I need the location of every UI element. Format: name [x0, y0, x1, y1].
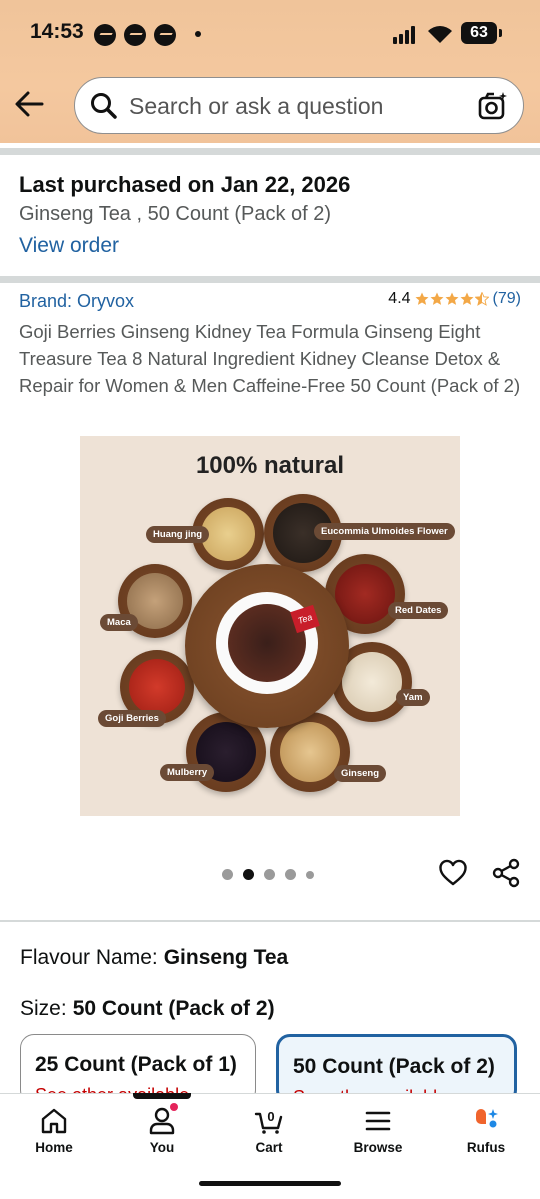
star-icon — [460, 292, 474, 305]
search-icon — [91, 93, 117, 119]
ingredient-label: Huang jing — [146, 526, 210, 543]
nav-browse[interactable]: Browse — [338, 1106, 418, 1155]
messenger-icon — [124, 24, 146, 46]
battery-icon: 63 — [461, 22, 502, 44]
nav-label: Browse — [353, 1140, 403, 1155]
section-divider — [0, 920, 540, 922]
star-icon — [415, 292, 429, 305]
rating-count: (79) — [492, 290, 521, 307]
star-icon — [430, 292, 444, 305]
status-time: 14:53 — [30, 20, 84, 43]
nav-label: You — [149, 1140, 175, 1155]
nav-home[interactable]: Home — [14, 1106, 94, 1155]
ingredient-label: Maca — [100, 614, 138, 631]
half-star-icon — [474, 292, 489, 306]
notification-badge — [170, 1103, 178, 1111]
ingredient-label: Eucommia Ulmoides Flower — [314, 523, 455, 540]
product-title: Goji Berries Ginseng Kidney Tea Formula … — [19, 321, 521, 396]
search-placeholder: Search or ask a question — [129, 93, 384, 119]
menu-icon — [365, 1111, 391, 1131]
signal-icon — [393, 26, 419, 44]
rufus-icon — [476, 1109, 498, 1128]
search-input[interactable]: Search or ask a question — [74, 77, 524, 134]
home-indicator[interactable] — [199, 1181, 341, 1186]
size-value: 50 Count (Pack of 2) — [72, 997, 275, 1020]
messenger-icon — [94, 24, 116, 46]
nav-cart[interactable]: 0 Cart — [229, 1106, 309, 1155]
ingredient-label: Goji Berries — [98, 710, 166, 727]
wifi-icon — [428, 26, 452, 43]
view-order-link[interactable]: View order — [19, 234, 119, 258]
home-icon — [41, 1108, 67, 1134]
app-header: 14:53 63 Search or ask a question — [0, 0, 540, 143]
last-purchased-title: Last purchased on Jan 22, 2026 — [19, 172, 351, 197]
more-notifications-dot — [195, 31, 201, 37]
camera-search-icon[interactable] — [477, 90, 509, 122]
heart-icon[interactable] — [438, 858, 468, 888]
rating-value: 4.4 — [388, 290, 411, 307]
nav-you[interactable]: You — [122, 1106, 202, 1155]
nav-label: Home — [35, 1140, 73, 1155]
nav-label: Cart — [255, 1140, 283, 1155]
nav-label: Rufus — [466, 1140, 506, 1155]
product-image[interactable]: 100% natural Tea Huang jing Eucommia Ulm… — [80, 436, 460, 816]
ingredient-label: Red Dates — [388, 602, 449, 619]
active-tab-indicator — [133, 1093, 191, 1099]
size-option-label: 50 Count (Pack of 2) — [293, 1055, 495, 1078]
rating-summary[interactable]: 4.4 (79) — [388, 290, 521, 308]
messenger-icon — [154, 24, 176, 46]
flavour-value: Ginseng Tea — [163, 946, 289, 969]
back-arrow-icon[interactable] — [14, 90, 44, 118]
size-label: Size: — [20, 997, 67, 1020]
nav-rufus[interactable]: Rufus — [446, 1106, 526, 1155]
share-icon[interactable] — [491, 858, 521, 888]
status-bar: 14:53 63 — [0, 14, 540, 54]
rating-stars — [415, 292, 489, 306]
flavour-label: Flavour Name: — [20, 946, 158, 969]
star-icon — [445, 292, 459, 305]
carousel-dot[interactable] — [264, 869, 275, 880]
ingredient-label: Ginseng — [334, 765, 387, 782]
brand-link[interactable]: Brand: Oryvox — [19, 291, 134, 312]
ingredient-label: Yam — [396, 689, 430, 706]
section-divider — [0, 276, 540, 283]
cart-icon: 0 — [254, 1109, 283, 1134]
carousel-dot[interactable] — [306, 870, 314, 879]
carousel-dot-active[interactable] — [243, 869, 254, 880]
section-divider — [0, 148, 540, 155]
carousel-dot[interactable] — [285, 869, 296, 880]
cart-count: 0 — [267, 1109, 274, 1124]
image-headline: 100% natural — [195, 452, 345, 479]
size-option-label: 25 Count (Pack of 1) — [35, 1053, 237, 1076]
notification-icons — [94, 24, 176, 46]
flavour-row: Flavour Name: Ginseng Tea — [20, 946, 288, 970]
carousel-dot[interactable] — [222, 869, 233, 880]
last-purchased-item: Ginseng Tea , 50 Count (Pack of 2) — [19, 203, 332, 225]
carousel-dots[interactable] — [222, 869, 314, 880]
ingredient-label: Mulberry — [160, 764, 215, 781]
size-row: Size: 50 Count (Pack of 2) — [20, 997, 275, 1021]
